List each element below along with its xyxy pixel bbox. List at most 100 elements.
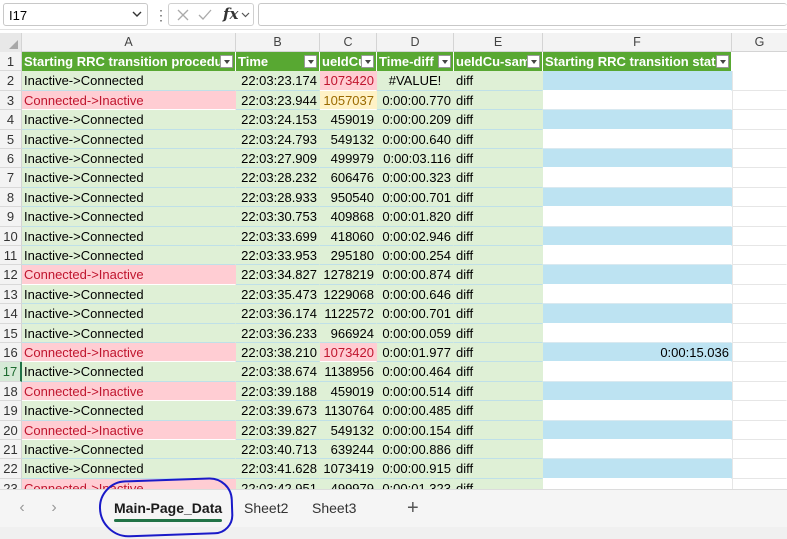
row-header[interactable]: 4 <box>0 110 22 130</box>
row-header[interactable]: 15 <box>0 323 22 343</box>
cell-a[interactable]: Inactive->Connected <box>22 168 236 188</box>
cell-b[interactable]: 22:03:39.673 <box>236 401 320 421</box>
cell-a[interactable]: Connected->Inactive <box>22 381 236 402</box>
column-header-g[interactable]: G <box>732 33 787 52</box>
cancel-icon[interactable] <box>175 7 191 23</box>
sheet-tab-sheet2[interactable]: Sheet2 <box>244 497 288 521</box>
row-header[interactable]: 8 <box>0 187 22 208</box>
cell-c[interactable]: 499979 <box>320 149 377 169</box>
cell-c[interactable]: 1229068 <box>320 284 377 305</box>
cell-g[interactable] <box>732 71 787 91</box>
cell-d[interactable]: 0:00:00.701 <box>377 187 454 208</box>
cell-c[interactable]: 1122572 <box>320 304 377 324</box>
row-header[interactable]: 7 <box>0 168 22 188</box>
cell-e[interactable]: diff <box>454 226 543 246</box>
cell-c[interactable]: 1073420 <box>320 343 377 363</box>
cell-b[interactable]: 22:03:24.153 <box>236 110 320 130</box>
formula-input[interactable] <box>258 3 787 26</box>
cell-b[interactable]: 22:03:23.944 <box>236 90 320 111</box>
column-header-e[interactable]: E <box>454 33 543 52</box>
cell-e[interactable]: diff <box>454 440 543 460</box>
row-header[interactable]: 22 <box>0 459 22 479</box>
cell-e[interactable]: diff <box>454 246 543 266</box>
row-header[interactable]: 13 <box>0 284 22 305</box>
cell-g[interactable] <box>732 459 787 479</box>
cell-c[interactable]: 1130764 <box>320 401 377 421</box>
cell-g[interactable] <box>732 304 787 324</box>
filter-dropdown-icon[interactable] <box>361 55 374 68</box>
cell-b[interactable]: 22:03:40.713 <box>236 440 320 460</box>
cell-c[interactable]: 418060 <box>320 226 377 246</box>
header-cell[interactable]: ueIdCu-same <box>454 52 543 71</box>
column-header-a[interactable]: A <box>22 33 236 52</box>
cell-b[interactable]: 22:03:33.953 <box>236 246 320 266</box>
chevron-down-icon[interactable] <box>240 9 251 20</box>
cell-a[interactable]: Inactive->Connected <box>22 71 236 91</box>
header-cell[interactable]: Starting RRC transition status <box>543 52 732 71</box>
cell-c[interactable]: 409868 <box>320 207 377 227</box>
cell-c[interactable]: 459019 <box>320 381 377 402</box>
cell-d[interactable]: 0:00:00.640 <box>377 129 454 149</box>
filter-dropdown-icon[interactable] <box>304 55 317 68</box>
cell-d[interactable]: 0:00:00.886 <box>377 440 454 460</box>
cell-e[interactable]: diff <box>454 168 543 188</box>
cell-f[interactable] <box>543 187 732 208</box>
cell-a[interactable]: Inactive->Connected <box>22 207 236 227</box>
cell-d[interactable]: 0:00:03.116 <box>377 149 454 169</box>
cell-f[interactable] <box>543 129 732 149</box>
cell-f[interactable]: 0:00:15.036 <box>543 343 732 363</box>
cell-c[interactable]: 1278219 <box>320 265 377 285</box>
header-cell[interactable]: Starting RRC transition procedure <box>22 52 236 71</box>
row-header[interactable]: 10 <box>0 226 22 246</box>
cell-a[interactable]: Connected->Inactive <box>22 343 236 363</box>
sheet-tab-main-page-data[interactable]: Main-Page_Data <box>114 497 223 522</box>
cell-a[interactable]: Inactive->Connected <box>22 246 236 266</box>
cell-b[interactable]: 22:03:28.933 <box>236 187 320 208</box>
cell-e[interactable]: diff <box>454 265 543 285</box>
cell-a[interactable]: Connected->Inactive <box>22 90 236 111</box>
cell-g[interactable] <box>732 129 787 149</box>
cell-g[interactable] <box>732 187 787 208</box>
cell-d[interactable]: 0:00:00.254 <box>377 246 454 266</box>
cell-c[interactable]: 639244 <box>320 440 377 460</box>
cell-b[interactable]: 22:03:28.232 <box>236 168 320 188</box>
cell-d[interactable]: 0:00:00.874 <box>377 265 454 285</box>
row-header[interactable]: 16 <box>0 343 22 363</box>
cell-a[interactable]: Inactive->Connected <box>22 323 236 343</box>
row-header[interactable]: 12 <box>0 265 22 285</box>
cell-d[interactable]: 0:00:01.820 <box>377 207 454 227</box>
cell-b[interactable]: 22:03:39.188 <box>236 381 320 402</box>
cell-d[interactable]: 0:00:00.915 <box>377 459 454 479</box>
cell-g[interactable] <box>732 110 787 130</box>
select-all-button[interactable] <box>0 33 22 52</box>
cell-f[interactable] <box>543 381 732 402</box>
cell-e[interactable]: diff <box>454 187 543 208</box>
cell-e[interactable]: diff <box>454 304 543 324</box>
cell-c[interactable]: 606476 <box>320 168 377 188</box>
cell-f[interactable] <box>543 90 732 111</box>
cell-a[interactable]: Connected->Inactive <box>22 420 236 440</box>
cell-e[interactable]: diff <box>454 284 543 305</box>
sheet-tab-sheet3[interactable]: Sheet3 <box>312 497 356 521</box>
column-header-c[interactable]: C <box>320 33 377 52</box>
cell-c[interactable]: 966924 <box>320 323 377 343</box>
cell-b[interactable]: 22:03:38.674 <box>236 362 320 382</box>
header-cell[interactable]: Time <box>236 52 320 71</box>
cell-g[interactable] <box>732 226 787 246</box>
cell-a[interactable]: Inactive->Connected <box>22 401 236 421</box>
cell-c[interactable]: 1073419 <box>320 459 377 479</box>
row-header[interactable]: 9 <box>0 207 22 227</box>
cell-c[interactable]: 1138956 <box>320 362 377 382</box>
cell-b[interactable]: 22:03:36.174 <box>236 304 320 324</box>
cell-a[interactable]: Inactive->Connected <box>22 362 236 382</box>
row-header[interactable]: 21 <box>0 440 22 460</box>
cell-e[interactable]: diff <box>454 71 543 91</box>
cell-e[interactable]: diff <box>454 401 543 421</box>
scroll-tabs-right-icon[interactable]: › <box>46 500 62 516</box>
cell-f[interactable] <box>543 362 732 382</box>
cell-e[interactable]: diff <box>454 129 543 149</box>
cell-b[interactable]: 22:03:23.174 <box>236 71 320 91</box>
cell-f[interactable] <box>543 207 732 227</box>
cell-d[interactable]: 0:00:00.059 <box>377 323 454 343</box>
cell-f[interactable] <box>543 401 732 421</box>
